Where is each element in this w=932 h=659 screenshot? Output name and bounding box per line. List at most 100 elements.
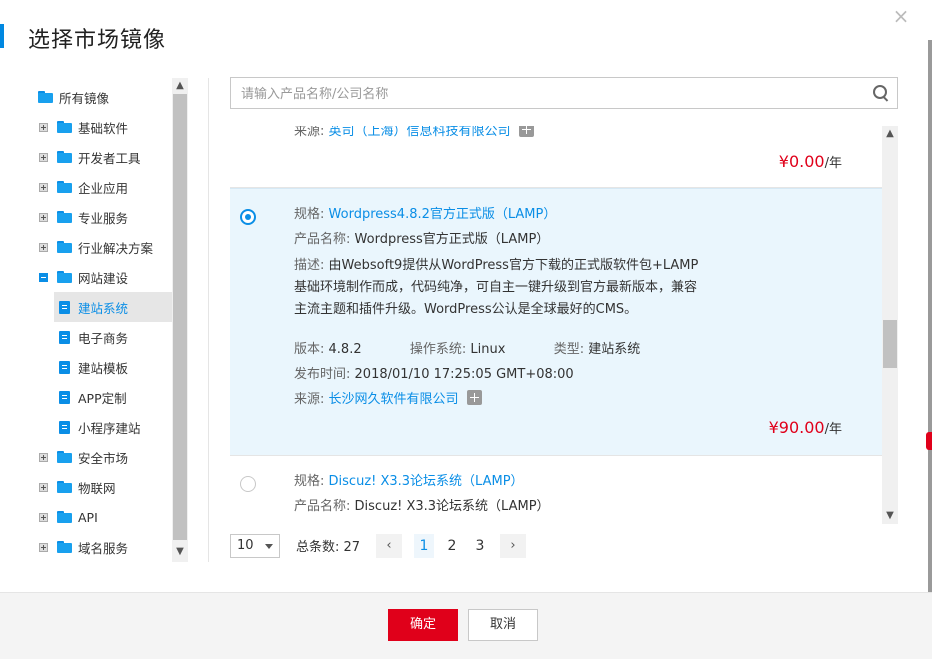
folder-icon [57, 271, 72, 283]
name-row: 产品名称: Wordpress官方正式版（LAMP） [294, 232, 550, 247]
title-accent-bar [0, 24, 4, 48]
expand-plus-icon[interactable] [39, 152, 48, 162]
tree-item-api[interactable]: API [24, 502, 172, 532]
tree-item-label: 物联网 [78, 480, 116, 496]
tree-item-label: 建站系统 [78, 300, 129, 316]
tree-item-all[interactable]: 所有镜像 [24, 82, 172, 112]
tree-item-label: 建站模板 [78, 360, 129, 376]
folder-icon [57, 121, 72, 133]
folder-icon [57, 211, 72, 223]
chevron-down-icon[interactable]: ▼ [882, 508, 898, 524]
panel-divider [208, 78, 209, 562]
tree-item-label: 企业应用 [78, 180, 129, 196]
add-icon[interactable] [518, 126, 534, 137]
folder-icon [57, 511, 72, 523]
tree-item-label: 行业解决方案 [78, 240, 154, 256]
tree-item-ecommerce[interactable]: 电子商务 [24, 322, 172, 352]
spec-row: 规格: Discuz! X3.3论坛系统（LAMP） [294, 474, 524, 489]
tree-item-pro-services[interactable]: 专业服务 [24, 202, 172, 232]
prev-page-button[interactable]: ‹ [376, 534, 402, 558]
tree-item-label: 域名服务 [78, 540, 129, 556]
chevron-up-icon[interactable]: ▲ [172, 78, 188, 94]
tree-item-label: 电子商务 [78, 330, 129, 346]
source-link[interactable]: 长沙网久软件有限公司 [329, 392, 459, 407]
spec-link[interactable]: Discuz! X3.3论坛系统（LAMP） [329, 474, 524, 489]
search-input[interactable] [241, 84, 841, 104]
next-page-button[interactable]: › [500, 534, 526, 558]
product-list: 来源: 英司（上海）信息科技有限公司 ¥0.00/年 规格: Wordpress… [230, 126, 882, 524]
tree-item-mini-program[interactable]: 小程序建站 [24, 412, 172, 442]
document-icon [59, 300, 70, 314]
tree-item-label: 基础软件 [78, 120, 129, 136]
product-card-selected[interactable]: 规格: Wordpress4.8.2官方正式版（LAMP） 产品名称: Word… [230, 188, 882, 456]
confirm-button[interactable]: 确定 [388, 609, 458, 641]
tree-scrollbar[interactable]: ▲ ▼ [172, 78, 188, 562]
folder-icon [57, 241, 72, 253]
expand-plus-icon[interactable] [39, 542, 48, 552]
folder-icon [57, 481, 72, 493]
tree-item-app-custom[interactable]: APP定制 [24, 382, 172, 412]
tree-item-label: API [78, 509, 98, 525]
radio-unselected[interactable] [240, 476, 256, 492]
page-2[interactable]: 2 [442, 534, 462, 558]
document-icon [59, 420, 70, 434]
page-size-select[interactable]: 10 [230, 534, 280, 558]
tree-item-security[interactable]: 安全市场 [24, 442, 172, 472]
radio-selected[interactable] [240, 209, 256, 225]
backdrop-edge [928, 40, 932, 659]
folder-icon [57, 541, 72, 553]
list-scrollbar[interactable]: ▲ ▼ [882, 126, 898, 524]
close-icon[interactable]: × [892, 6, 910, 26]
tree-item-iot[interactable]: 物联网 [24, 472, 172, 502]
release-row: 发布时间: 2018/01/10 17:25:05 GMT+08:00 [294, 367, 574, 382]
tree-item-industry-solutions[interactable]: 行业解决方案 [24, 232, 172, 262]
add-icon[interactable] [466, 390, 482, 405]
folder-icon [57, 451, 72, 463]
spec-row: 规格: Wordpress4.8.2官方正式版（LAMP） [294, 207, 557, 222]
chevron-down-icon[interactable]: ▼ [172, 544, 188, 560]
tree-item-basic-software[interactable]: 基础软件 [24, 112, 172, 142]
expand-plus-icon[interactable] [39, 182, 48, 192]
expand-plus-icon[interactable] [39, 512, 48, 522]
tree-item-label: 安全市场 [78, 450, 129, 466]
category-tree: 所有镜像 基础软件 开发者工具 企业应用 专业服务 行业解决方案 网站建设 建站… [24, 78, 172, 564]
expand-plus-icon[interactable] [39, 122, 48, 132]
tree-item-enterprise-apps[interactable]: 企业应用 [24, 172, 172, 202]
search-icon[interactable] [873, 85, 889, 101]
collapse-minus-icon[interactable] [39, 272, 48, 282]
cancel-button[interactable]: 取消 [468, 609, 538, 641]
scrollbar-thumb[interactable] [883, 320, 897, 368]
tree-item-site-systems[interactable]: 建站系统 [54, 292, 172, 322]
expand-plus-icon[interactable] [39, 452, 48, 462]
source-link[interactable]: 英司（上海）信息科技有限公司 [329, 126, 511, 139]
tree-item-label: APP定制 [78, 390, 127, 406]
image-select-dialog: 选择市场镜像 × 所有镜像 基础软件 开发者工具 企业应用 专业服务 行业解决方… [0, 0, 932, 659]
tree-item-website-building[interactable]: 网站建设 [24, 262, 172, 292]
document-icon [59, 360, 70, 374]
page-1[interactable]: 1 [414, 534, 434, 558]
tree-item-site-templates[interactable]: 建站模板 [24, 352, 172, 382]
expand-plus-icon[interactable] [39, 482, 48, 492]
price: ¥0.00/年 [778, 152, 842, 171]
backdrop-badge [926, 432, 932, 450]
scrollbar-thumb[interactable] [173, 94, 187, 540]
source-row: 来源: 长沙网久软件有限公司 [294, 390, 482, 410]
product-card[interactable]: 来源: 英司（上海）信息科技有限公司 ¥0.00/年 [230, 126, 882, 188]
tree-item-domain-services[interactable]: 域名服务 [24, 532, 172, 562]
tree-item-dev-tools[interactable]: 开发者工具 [24, 142, 172, 172]
expand-plus-icon[interactable] [39, 242, 48, 252]
document-icon [59, 390, 70, 404]
document-icon [59, 330, 70, 344]
tree-item-label: 小程序建站 [78, 420, 141, 436]
expand-plus-icon[interactable] [39, 212, 48, 222]
spec-link[interactable]: Wordpress4.8.2官方正式版（LAMP） [329, 207, 557, 222]
tree-item-label: 开发者工具 [78, 150, 141, 166]
page-3[interactable]: 3 [470, 534, 490, 558]
product-card[interactable]: 规格: Discuz! X3.3论坛系统（LAMP） 产品名称: Discuz!… [230, 456, 882, 524]
meta-row: 版本: 4.8.2 操作系统: Linux 类型: 建站系统 [294, 342, 641, 357]
total-count: 总条数: 27 [296, 540, 361, 555]
price: ¥90.00/年 [768, 418, 842, 437]
folder-icon [57, 151, 72, 163]
description: 描述: 由Websoft9提供从WordPress官方下载的正式版软件包+LAM… [294, 258, 699, 317]
chevron-up-icon[interactable]: ▲ [882, 126, 898, 142]
